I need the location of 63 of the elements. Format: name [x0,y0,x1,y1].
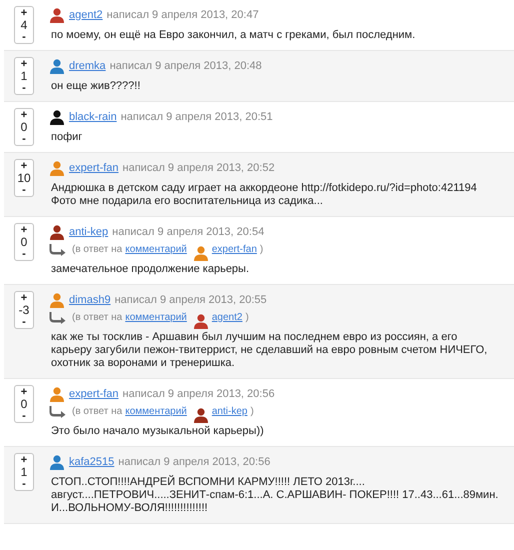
username-link[interactable]: expert-fan [69,388,119,400]
post-date: написал 9 апреля 2013, 20:52 [122,162,275,174]
reply-label: (в ответ на [72,406,122,417]
comment-link[interactable]: комментарий [125,244,187,255]
reply-label-end: ) [260,244,264,255]
vote-down-button[interactable]: - [22,133,26,145]
vote-up-button[interactable]: + [20,292,28,304]
vote-down-button[interactable]: - [22,478,26,490]
username-link[interactable]: agent2 [212,312,242,323]
vote-down-button[interactable]: - [22,31,26,43]
vote-up-button[interactable]: + [20,454,28,466]
vote-score: 10 [17,172,31,184]
comment-text: по моему, он ещё на Евро закончил, а матч с греками, был последним. [51,29,416,42]
vote-score: 1 [20,70,28,82]
post-date: написал 9 апреля 2013, 20:56 [118,456,270,468]
vote-score: -3 [18,304,30,316]
vote-down-button[interactable]: - [22,410,26,422]
post-date: написал 9 апреля 2013, 20:47 [106,8,259,20]
vote-score: 0 [20,398,28,410]
comment-text: как же ты тосклив - Аршавин был лучшим на последнем евро из россиян, а его карьеру загубили пежон-твитеррист, не сделавший на евро ровным счетом НИЧЕГО, охотник за воронами и тренеришка. [51,331,488,370]
reply-arrow-icon [49,406,66,418]
post-date: написал 9 апреля 2013, 20:56 [122,388,275,400]
vote-up-button[interactable]: + [20,224,28,236]
username-link[interactable]: dimash9 [69,294,111,306]
comment-text: Андрюшка в детском саду играет на аккордеоне http://fotkidepo.ru/?id=photo:421194 Фото мне подарила его воспитательница из садика... [51,182,478,208]
post-date: написал 9 апреля 2013, 20:54 [112,226,264,238]
username-link[interactable]: expert-fan [212,244,257,255]
reply-label-end: ) [245,312,249,323]
vote-down-button[interactable]: - [22,248,26,260]
vote-score: 1 [20,466,28,478]
vote-up-button[interactable]: + [20,386,28,398]
vote-down-button[interactable]: - [22,82,26,94]
reply-label-end: ) [250,406,254,417]
vote-up-button[interactable]: + [20,58,28,70]
vote-down-button[interactable]: - [22,316,26,328]
username-link[interactable]: agent2 [69,8,103,20]
username-link[interactable]: dremka [69,60,106,72]
reply-arrow-icon [49,244,66,256]
vote-up-button[interactable]: + [20,7,28,19]
username-link[interactable]: expert-fan [69,162,119,174]
reply-arrow-icon [49,312,66,324]
comment-text: пофиг [51,131,84,144]
post-date: написал 9 апреля 2013, 20:55 [114,294,267,306]
vote-down-button[interactable]: - [22,184,26,196]
username-link[interactable]: anti-kep [69,226,108,238]
reply-label: (в ответ на [72,244,122,255]
reply-label: (в ответ на [72,312,122,323]
vote-up-button[interactable]: + [20,109,28,121]
comment-link[interactable]: комментарий [125,312,187,323]
username-link[interactable]: kafa2515 [69,456,114,468]
comment-link[interactable]: комментарий [125,406,187,417]
username-link[interactable]: anti-kep [212,406,248,417]
comment-text: он еще жив????!! [51,80,142,93]
username-link[interactable]: black-rain [69,110,117,122]
comment-text: СТОП..СТОП!!!!АНДРЕЙ ВСПОМНИ КАРМУ!!!!! ЛЕТО 2013г.... август....ПЕТРОВИЧ.....ЗЕНИТ-спам-6:1...А. С.АРШАВИН- ПОКЕР!!!! 17..43...61...89мин. И...ВОЛЬНОМУ-ВОЛЯ!!!!!!!!!!!!!! [51,476,500,515]
vote-score: 4 [20,19,28,31]
post-date: написал 9 апреля 2013, 20:51 [120,110,273,122]
comment-text: замечательное продолжение карьеры. [51,263,250,276]
vote-up-button[interactable]: + [20,160,28,172]
post-date: написал 9 апреля 2013, 20:48 [110,60,262,72]
comment-text: Это было начало музыкальной карьеры)) [51,425,265,438]
vote-score: 0 [20,121,28,133]
vote-score: 0 [20,236,28,248]
